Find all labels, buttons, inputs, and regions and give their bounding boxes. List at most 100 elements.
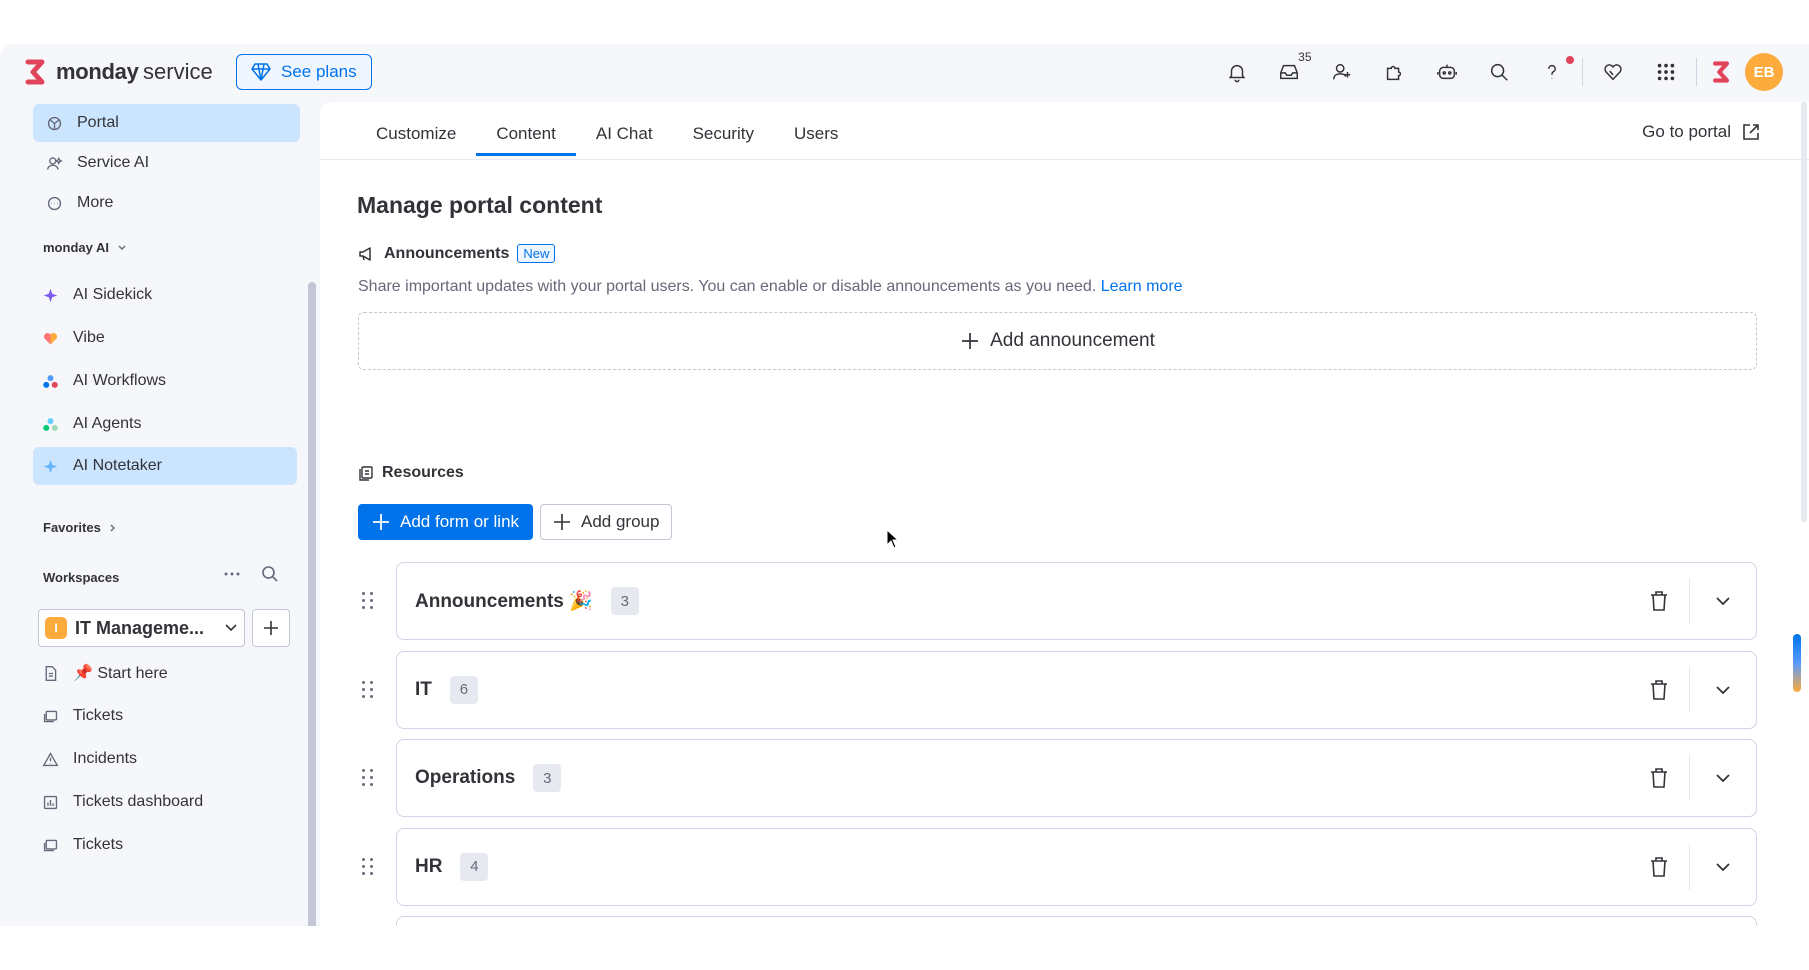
heart-icon[interactable] xyxy=(1587,52,1640,92)
resource-group-row[interactable]: Payroll5 xyxy=(396,916,1757,926)
trash-icon[interactable] xyxy=(1629,740,1689,816)
plus-icon xyxy=(264,621,278,635)
monday-service-logo-icon xyxy=(25,59,45,85)
resource-group-row[interactable]: HR 4 xyxy=(396,827,1757,906)
go-to-portal-link[interactable]: Go to portal xyxy=(1642,122,1761,142)
chevron-down-icon[interactable] xyxy=(1690,652,1756,728)
doc-icon xyxy=(41,664,59,682)
sidebar-item-portal[interactable]: Portal xyxy=(33,104,300,142)
favorites-header[interactable]: Favorites xyxy=(43,520,117,535)
resource-group-row[interactable]: Announcements 🎉 3 xyxy=(396,562,1757,640)
sidebar-item-label: More xyxy=(77,194,114,211)
see-plans-label: See plans xyxy=(281,62,357,81)
sidebar-item-vibe[interactable]: Vibe xyxy=(33,319,300,357)
add-workspace-button[interactable] xyxy=(252,609,290,647)
topbar-divider xyxy=(1696,58,1697,86)
chevron-down-icon[interactable] xyxy=(1690,563,1756,639)
sidebar-item-tickets[interactable]: Tickets xyxy=(33,697,300,735)
group-name: HR xyxy=(415,855,443,877)
workspaces-search-icon[interactable] xyxy=(260,564,280,589)
sidebar-item-label: AI Notetaker xyxy=(73,457,162,474)
page-scroll-indicator[interactable] xyxy=(1793,634,1801,692)
mouse-cursor-icon xyxy=(886,529,900,549)
external-link-icon xyxy=(1743,124,1759,140)
group-actions xyxy=(1629,563,1756,639)
sidebar-item-start-here[interactable]: 📌 Start here xyxy=(33,654,300,692)
brand-name: monday xyxy=(56,59,139,84)
learn-more-link[interactable]: Learn more xyxy=(1101,278,1183,295)
product-switcher-icon[interactable] xyxy=(1701,52,1741,92)
chevron-down-icon[interactable] xyxy=(1690,829,1756,905)
sidebar-item-ai-workflows[interactable]: AI Workflows xyxy=(33,362,300,400)
sidebar-item-ai-agents[interactable]: AI Agents xyxy=(33,405,300,443)
plus-icon xyxy=(554,514,570,530)
trash-icon[interactable] xyxy=(1629,652,1689,728)
more-icon xyxy=(45,194,63,212)
board-icon xyxy=(41,707,59,725)
monday-ai-header[interactable]: monday AI xyxy=(43,240,127,255)
drag-handle-icon[interactable] xyxy=(362,592,374,610)
resource-group-row[interactable]: Operations 3 xyxy=(396,739,1757,817)
group-count: 6 xyxy=(449,675,478,704)
group-name: Announcements 🎉 xyxy=(415,591,593,612)
add-group-button[interactable]: Add group xyxy=(540,504,673,540)
chevron-right-icon xyxy=(110,524,115,531)
tab-content[interactable]: Content xyxy=(476,116,576,156)
invite-user-icon[interactable] xyxy=(1316,52,1369,92)
tab-ai-chat[interactable]: AI Chat xyxy=(576,116,673,152)
sidebar-item-service-ai[interactable]: Service AI xyxy=(33,144,300,182)
drag-handle-icon[interactable] xyxy=(362,857,374,876)
chevron-down-icon[interactable] xyxy=(1690,740,1756,816)
sidebar-item-tickets-2[interactable]: Tickets xyxy=(33,826,300,864)
sidebar-item-label: Tickets xyxy=(73,707,124,724)
see-plans-button[interactable]: See plans xyxy=(236,54,372,90)
tabs: Customize Content AI Chat Security Users xyxy=(356,116,858,156)
trash-icon[interactable] xyxy=(1629,829,1689,905)
sidebar-item-label: AI Workflows xyxy=(73,372,167,389)
inbox-icon[interactable]: 35 xyxy=(1263,50,1316,92)
add-form-or-link-button[interactable]: Add form or link xyxy=(358,504,534,540)
workspace-selector[interactable]: I IT Manageme... xyxy=(38,609,245,647)
diamond-icon xyxy=(251,63,271,81)
ai-bot-icon[interactable] xyxy=(1421,52,1474,92)
sidebar-item-incidents[interactable]: Incidents xyxy=(33,740,300,778)
sidebar-item-tickets-dashboard[interactable]: Tickets dashboard xyxy=(33,783,300,821)
plus-icon xyxy=(373,514,389,530)
tabs-divider xyxy=(320,159,1809,160)
tab-customize[interactable]: Customize xyxy=(356,116,476,152)
sidebar-scrollbar[interactable] xyxy=(308,282,316,926)
announcements-title: Announcements xyxy=(384,244,510,262)
sidebar-item-label: AI Sidekick xyxy=(73,286,153,303)
ai-sidekick-icon xyxy=(41,286,59,304)
tab-security[interactable]: Security xyxy=(673,116,774,152)
chevron-down-icon[interactable] xyxy=(1690,917,1756,926)
resource-group-row[interactable]: IT 6 xyxy=(396,650,1757,729)
drag-handle-icon[interactable] xyxy=(362,769,374,787)
group-actions xyxy=(1629,652,1756,728)
drag-handle-icon[interactable] xyxy=(362,680,374,699)
sidebar-item-more[interactable]: More xyxy=(33,184,300,222)
main-scrollbar[interactable] xyxy=(1801,102,1807,522)
ai-notetaker-icon xyxy=(41,457,59,475)
trash-icon[interactable] xyxy=(1629,563,1689,639)
trash-icon[interactable] xyxy=(1629,917,1689,926)
add-announcement-label: Add announcement xyxy=(990,330,1155,351)
chevron-down-icon xyxy=(225,624,237,632)
sidebar-item-ai-notetaker[interactable]: AI Notetaker xyxy=(33,447,297,485)
workspaces-more-icon[interactable] xyxy=(222,564,242,589)
grid-icon[interactable] xyxy=(1640,52,1693,92)
workspace-initial: I xyxy=(45,617,67,639)
add-announcement-button[interactable]: Add announcement xyxy=(358,312,1757,370)
avatar[interactable]: EB xyxy=(1745,53,1783,91)
tab-users[interactable]: Users xyxy=(774,116,858,152)
sidebar-item-label: Tickets dashboard xyxy=(73,793,204,810)
workspaces-label: Workspaces xyxy=(43,570,120,585)
monday-ai-label: monday AI xyxy=(43,240,109,255)
sidebar-item-ai-sidekick[interactable]: AI Sidekick xyxy=(33,276,300,314)
help-icon[interactable] xyxy=(1526,52,1579,92)
apps-icon[interactable] xyxy=(1368,52,1421,92)
search-icon[interactable] xyxy=(1473,52,1526,92)
announcements-header: Announcements New xyxy=(358,244,556,263)
app-logo[interactable]: monday service xyxy=(22,58,213,86)
bell-icon[interactable] xyxy=(1211,52,1264,92)
